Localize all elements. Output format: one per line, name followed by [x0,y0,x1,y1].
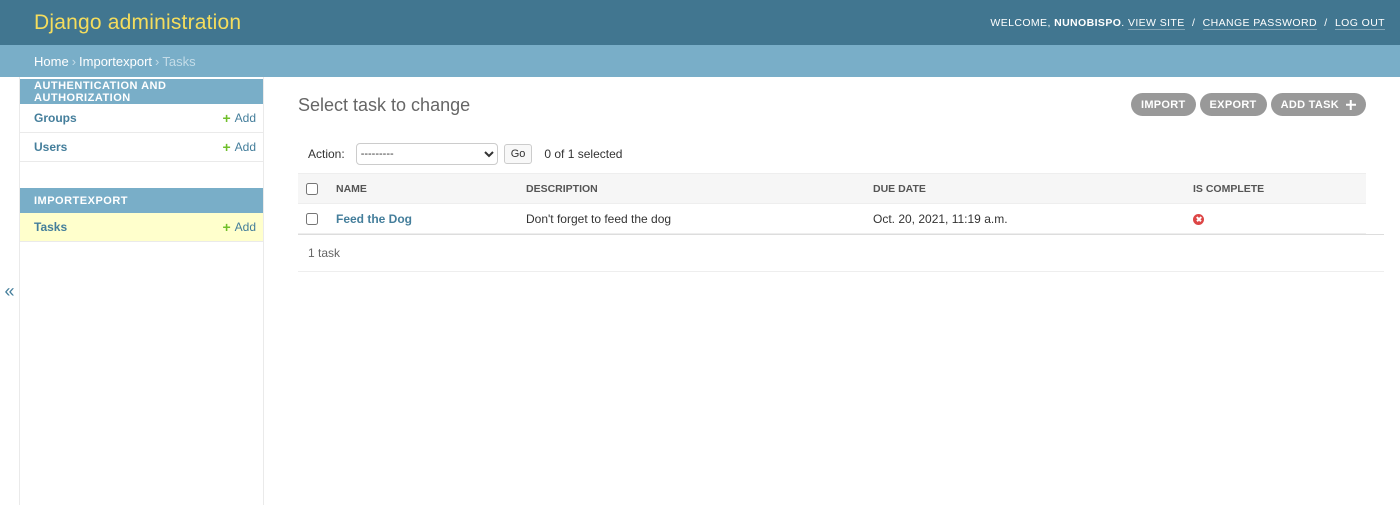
add-label: Add [234,111,256,125]
page-title: Select task to change [298,95,471,115]
log-out-link[interactable]: LOG OUT [1334,16,1385,30]
plus-icon: + [222,110,231,126]
module-auth: AUTHENTICATION AND AUTHORIZATION Groups … [20,79,263,162]
header: Django administration WELCOME, NUNOBISPO… [0,0,1400,45]
breadcrumb: Home › Importexport › Tasks [0,45,1400,77]
add-label: Add [234,220,256,234]
cell-description: Don't forget to feed the dog [512,203,861,234]
add-user-button[interactable]: + Add [222,140,256,154]
add-group-button[interactable]: + Add [222,111,256,125]
plus-icon: + [222,219,231,235]
add-task-button[interactable]: ADD TASK [1270,93,1366,116]
export-label: EXPORT [1209,98,1257,111]
separator: / [1191,16,1196,29]
column-header-description[interactable]: DESCRIPTION [512,173,861,204]
breadcrumb-current: Tasks [162,53,196,69]
view-site-link[interactable]: VIEW SITE [1127,16,1185,30]
sidebar-link-groups[interactable]: Groups [34,111,77,125]
row-select-cell [298,203,326,234]
sidebar-item-users: Users + Add [20,133,263,162]
action-label: Action: [308,147,345,161]
plus-icon [1345,99,1356,110]
plus-icon: + [222,139,231,155]
sidebar-item-tasks: Tasks + Add [20,213,263,242]
welcome-text: WELCOME, [990,16,1051,29]
task-link[interactable]: Feed the Dog [336,212,412,226]
breadcrumb-app[interactable]: Importexport [79,54,152,69]
row-checkbox[interactable] [306,213,318,226]
add-task-label: ADD TASK [1280,98,1339,111]
separator: / [1324,16,1328,29]
column-header-due-date[interactable]: DUE DATE [861,173,1183,204]
add-task-sidebar-button[interactable]: + Add [222,220,256,234]
result-list-table: NAME DESCRIPTION DUE DATE IS COMPLETE Fe… [298,173,1366,234]
actions-bar: Action: --------- Go 0 of 1 selected [298,139,622,169]
cell-due-date: Oct. 20, 2021, 11:19 a.m. [861,203,1183,234]
breadcrumb-separator: › [155,53,160,69]
username: NUNOBISPO [1054,16,1122,29]
column-header-name[interactable]: NAME [326,173,512,204]
module-importexport: IMPORTEXPORT Tasks + Add [20,188,263,242]
sidebar-link-tasks[interactable]: Tasks [34,220,67,234]
add-label: Add [234,140,256,154]
sidebar-link-users[interactable]: Users [34,140,67,154]
object-tools: IMPORT EXPORT ADD TASK [1130,93,1366,116]
sidebar-item-groups: Groups + Add [20,104,263,133]
module-caption-importexport[interactable]: IMPORTEXPORT [20,188,263,213]
table-row: Feed the Dog Don't forget to feed the do… [298,203,1366,234]
module-caption-auth[interactable]: AUTHENTICATION AND AUTHORIZATION [20,79,263,104]
export-button[interactable]: EXPORT [1199,93,1267,116]
cell-name: Feed the Dog [326,203,512,234]
change-password-link[interactable]: CHANGE PASSWORD [1202,16,1317,30]
double-chevron-left-icon: « [4,280,15,301]
paginator: 1 task [298,234,1384,272]
nav-sidebar: AUTHENTICATION AND AUTHORIZATION Groups … [19,77,264,505]
breadcrumb-separator: › [71,53,77,69]
go-button[interactable]: Go [503,144,533,164]
action-select[interactable]: --------- [355,143,498,165]
select-all-checkbox[interactable] [306,182,318,195]
no-icon [1193,213,1204,225]
import-label: IMPORT [1140,98,1186,111]
user-tools: WELCOME, NUNOBISPO. VIEW SITE / CHANGE P… [990,16,1385,30]
select-all-column [298,173,326,204]
column-header-is-complete[interactable]: IS COMPLETE [1183,173,1366,204]
table-header-row: NAME DESCRIPTION DUE DATE IS COMPLETE [298,173,1366,204]
import-button[interactable]: IMPORT [1130,93,1196,116]
site-branding[interactable]: Django administration [34,11,241,35]
toggle-sidebar-button[interactable]: « [0,77,19,505]
cell-is-complete [1183,203,1366,234]
breadcrumb-home[interactable]: Home [34,54,69,69]
selection-count: 0 of 1 selected [544,147,623,161]
